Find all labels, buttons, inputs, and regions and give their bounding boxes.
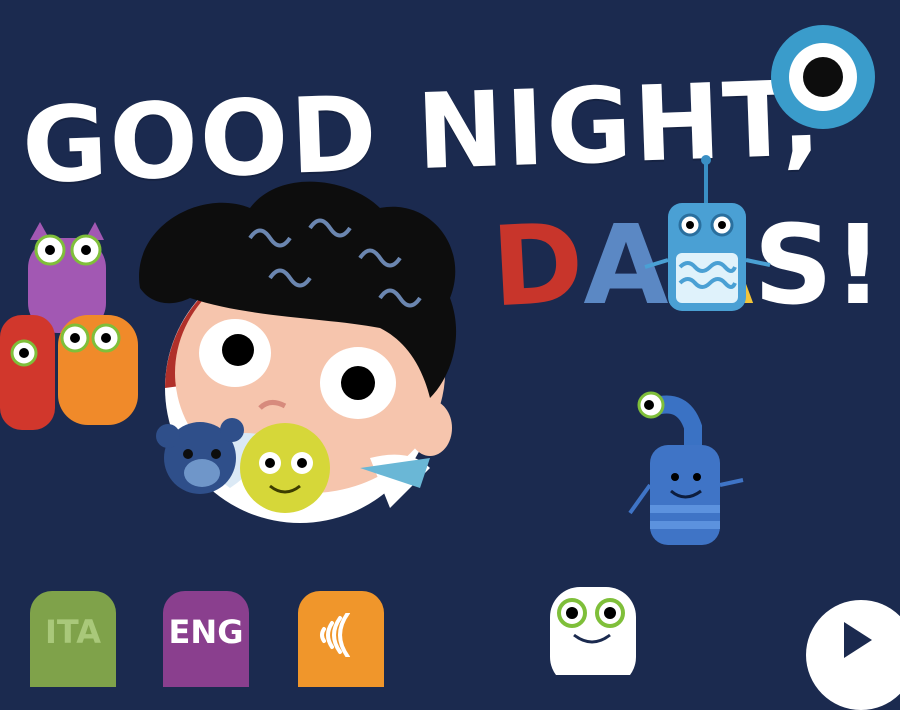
play-button[interactable] bbox=[806, 600, 900, 710]
ita-language-button[interactable]: ITA bbox=[30, 591, 116, 687]
title-exclamation: ! bbox=[832, 201, 883, 329]
play-icon bbox=[806, 600, 900, 710]
eng-language-button[interactable]: ENG bbox=[163, 591, 249, 687]
monster-group-left bbox=[0, 222, 138, 430]
speaker-waves-icon bbox=[320, 613, 350, 657]
boy-illustration bbox=[139, 181, 457, 523]
ita-label: ITA bbox=[44, 613, 101, 651]
audio-button[interactable] bbox=[298, 591, 384, 687]
eye-icon bbox=[771, 25, 875, 129]
robot-monster-top bbox=[644, 155, 771, 311]
white-monster-bottom bbox=[550, 587, 636, 675]
blue-monster-right bbox=[628, 391, 744, 545]
eng-label: ENG bbox=[168, 613, 244, 651]
title-letter-d: D bbox=[488, 198, 587, 332]
eye-button[interactable] bbox=[770, 24, 876, 130]
